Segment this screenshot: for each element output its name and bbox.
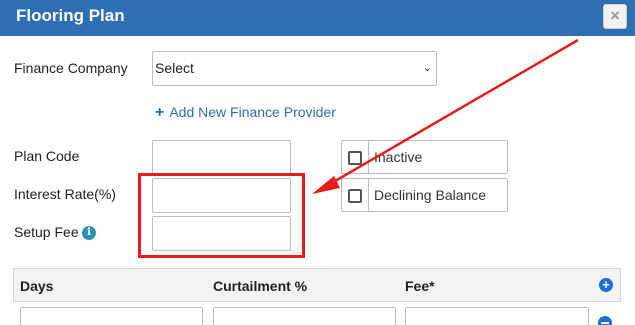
fee-row-input[interactable] <box>405 307 589 325</box>
column-header-days: Days <box>20 278 54 294</box>
column-header-curtailment: Curtailment % <box>213 278 308 294</box>
curtailment-row-input[interactable] <box>213 307 396 325</box>
days-row-input[interactable] <box>20 307 203 325</box>
remove-row-icon[interactable] <box>598 316 612 325</box>
column-header-fee: Fee* <box>405 278 435 294</box>
table-header: Days Curtailment % Fee* + <box>13 268 621 302</box>
annotation-arrow-line <box>329 38 579 186</box>
annotation-arrow-head <box>312 176 340 194</box>
add-row-icon[interactable]: + <box>599 278 613 292</box>
